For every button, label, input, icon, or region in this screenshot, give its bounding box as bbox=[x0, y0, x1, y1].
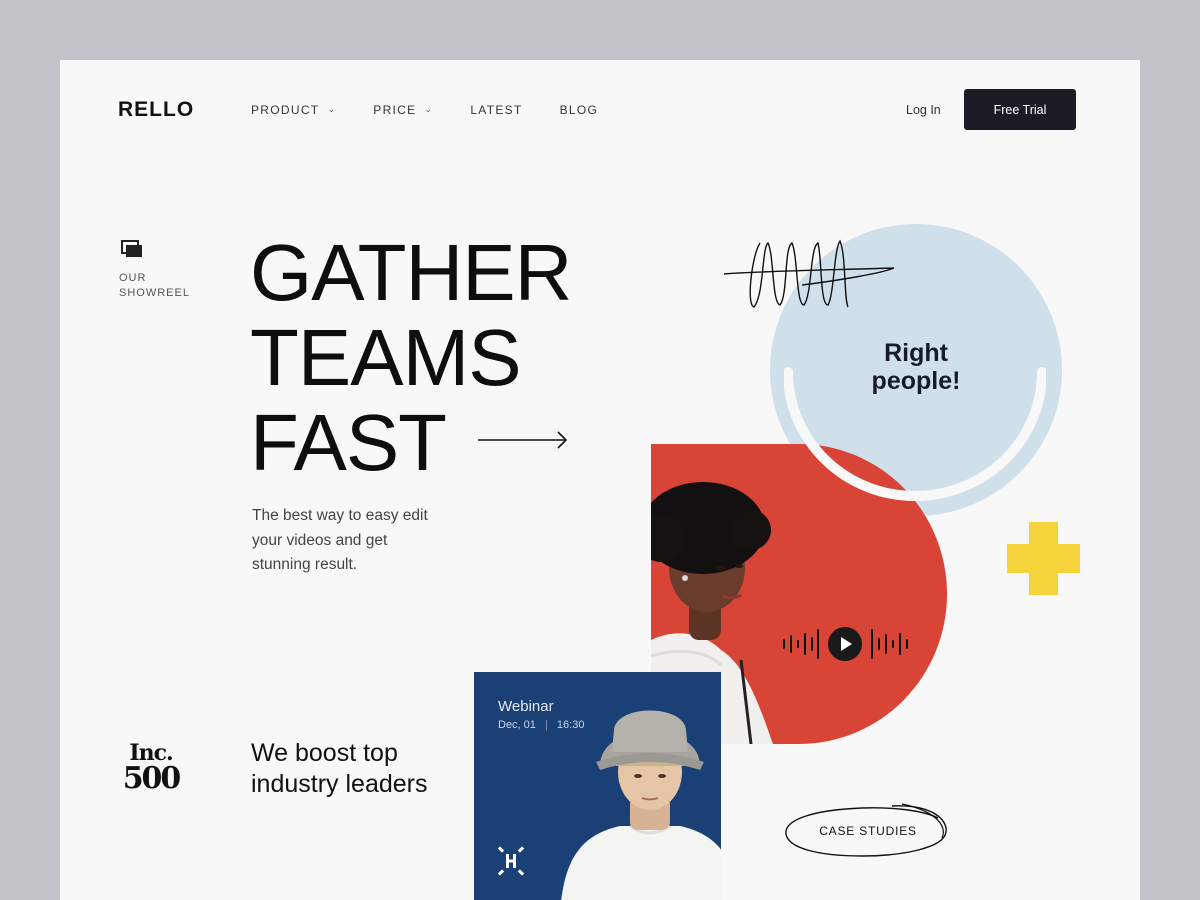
boost-text: We boost top industry leaders bbox=[251, 739, 428, 798]
chevron-down-icon: ⌄ bbox=[424, 103, 434, 114]
man-photo bbox=[561, 710, 721, 900]
headline-line: GATHER bbox=[250, 228, 572, 317]
case-studies-label: CASE STUDIES bbox=[819, 824, 917, 838]
nav-item-label: BLOG bbox=[559, 103, 599, 117]
nav-item-label: PRODUCT bbox=[251, 103, 320, 117]
plus-shape bbox=[1007, 522, 1080, 595]
audio-player[interactable] bbox=[780, 624, 910, 664]
right-people-text: Right people! bbox=[820, 339, 1012, 395]
login-link[interactable]: Log In bbox=[906, 103, 941, 117]
inc-logo-line2: 500 bbox=[122, 761, 182, 796]
nav-item-label: LATEST bbox=[470, 103, 523, 117]
bubble-line2: people! bbox=[871, 367, 961, 395]
showreel-link[interactable]: OUR SHOWREEL bbox=[119, 271, 199, 301]
free-trial-button[interactable]: Free Trial bbox=[964, 89, 1076, 130]
landing-page: RELLO PRODUCT ⌄ PRICE ⌄ LATEST BLOG Log … bbox=[60, 60, 1140, 900]
webinar-card[interactable]: Webinar Dec, 01 | 16:30 bbox=[474, 672, 721, 900]
nav-item-latest[interactable]: LATEST bbox=[470, 103, 522, 117]
layers-icon[interactable] bbox=[121, 240, 143, 258]
arrow-right-icon[interactable] bbox=[478, 428, 570, 452]
nav-item-blog[interactable]: BLOG bbox=[560, 103, 599, 117]
inc-500-logo: Inc. 500 bbox=[118, 742, 184, 794]
showreel-label-line2: SHOWREEL bbox=[119, 287, 190, 299]
nav-item-product[interactable]: PRODUCT ⌄ bbox=[251, 103, 336, 117]
bubble-line1: Right bbox=[884, 339, 948, 367]
hero-subtitle: The best way to easy edit your videos an… bbox=[252, 507, 428, 573]
webinar-date: Dec, 01 bbox=[498, 719, 536, 731]
webinar-title: Webinar bbox=[498, 698, 554, 715]
chevron-down-icon: ⌄ bbox=[327, 103, 337, 114]
headline-line: TEAMS bbox=[250, 313, 522, 402]
showreel-label-line1: OUR bbox=[119, 272, 147, 284]
scribble-icon bbox=[723, 239, 895, 308]
main-nav: PRODUCT ⌄ PRICE ⌄ LATEST BLOG bbox=[251, 103, 635, 117]
brand-logo[interactable]: RELLO bbox=[118, 98, 194, 122]
h-logo-icon bbox=[497, 846, 525, 876]
nav-item-price[interactable]: PRICE ⌄ bbox=[373, 103, 433, 117]
nav-item-label: PRICE bbox=[373, 103, 417, 117]
